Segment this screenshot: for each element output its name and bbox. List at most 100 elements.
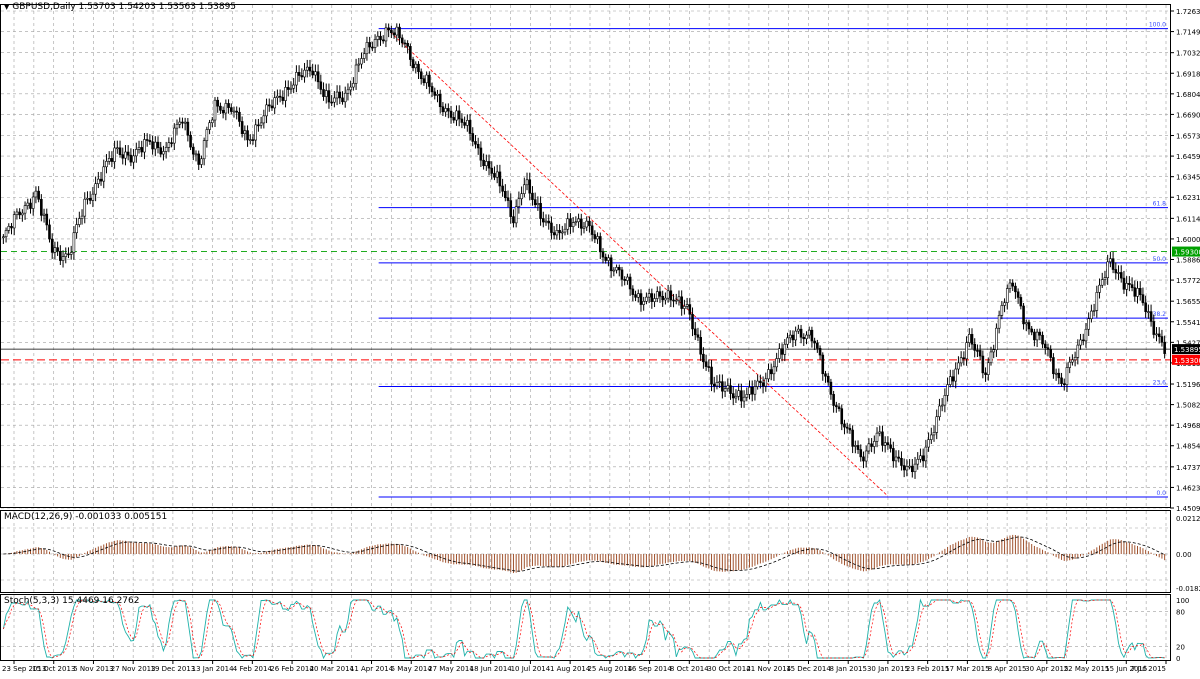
- candle-body: [756, 380, 759, 387]
- candle-body: [506, 197, 510, 201]
- candle-body: [1003, 302, 1006, 306]
- candle-body: [197, 153, 201, 165]
- candle-body: [946, 384, 949, 396]
- price-axis-label: 1.50820: [1176, 402, 1200, 410]
- candle-body: [753, 386, 757, 395]
- candle-body: [121, 154, 125, 159]
- candle-body: [148, 140, 152, 143]
- price-axis-label: 1.64590: [1176, 153, 1200, 161]
- candle-body: [208, 122, 211, 130]
- candle-body: [1136, 288, 1139, 297]
- candle-body: [1117, 272, 1120, 274]
- candle-body: [761, 382, 765, 387]
- candle-body: [897, 456, 901, 459]
- candle-body: [322, 89, 325, 97]
- candle-body: [238, 111, 241, 122]
- candle-body: [224, 103, 228, 114]
- candle-body: [601, 251, 605, 258]
- candle-body: [523, 184, 526, 194]
- candle-body: [1084, 328, 1088, 342]
- candle-body: [729, 385, 732, 394]
- candle-body: [1144, 302, 1147, 312]
- candle-body: [1035, 331, 1039, 341]
- candle-body: [669, 290, 673, 301]
- candle-body: [137, 147, 141, 150]
- candle-body: [631, 288, 635, 295]
- candle-body: [1062, 383, 1066, 386]
- candle-body: [685, 304, 689, 307]
- candle-body: [4, 230, 8, 238]
- candle-body: [305, 66, 309, 71]
- fib-level-label: 38.2: [1153, 311, 1167, 318]
- candle-body: [672, 299, 675, 302]
- candle-body: [683, 306, 686, 309]
- candle-body: [653, 298, 656, 302]
- candle-body: [948, 376, 952, 385]
- candle-body: [487, 161, 491, 169]
- candle-body: [162, 151, 165, 155]
- chart-window[interactable]: 100.061.850.038.223.60.0 1.726301.714901…: [0, 0, 1200, 675]
- candle-body: [40, 199, 43, 216]
- candle-body: [276, 95, 279, 99]
- candle-body: [655, 291, 659, 299]
- candle-body: [688, 304, 692, 315]
- candle-body: [786, 337, 789, 345]
- candle-body: [113, 147, 116, 162]
- candle-body: [704, 361, 708, 367]
- candle-body: [582, 226, 586, 229]
- candle-body: [555, 230, 559, 236]
- candle-body: [579, 218, 583, 229]
- candle-body: [843, 423, 846, 428]
- candle-body: [666, 290, 670, 299]
- candle-body: [845, 426, 849, 429]
- candle-body: [490, 167, 494, 174]
- chart-canvas[interactable]: 100.061.850.038.223.60.0 1.726301.714901…: [0, 0, 1200, 675]
- date-axis-label: 18 Jun 2014: [470, 665, 513, 673]
- candle-body: [577, 218, 580, 223]
- candle-body: [243, 130, 247, 135]
- candle-body: [186, 121, 190, 136]
- price-axis-label: 1.61140: [1176, 215, 1200, 223]
- candle-body: [563, 228, 567, 233]
- main-panel-frame: [0, 4, 1171, 508]
- candle-body: [37, 190, 40, 200]
- candle-body: [460, 118, 464, 123]
- price-axis-label: 1.55410: [1176, 319, 1200, 327]
- candle-body: [265, 104, 268, 117]
- candle-body: [1106, 261, 1109, 279]
- grid-layer: [1, 5, 1170, 660]
- candle-body: [86, 198, 89, 200]
- candle-body: [984, 372, 987, 375]
- candle-body: [835, 405, 838, 408]
- candle-body: [913, 463, 917, 473]
- candle-body: [712, 383, 716, 387]
- candle-body: [995, 327, 998, 351]
- price-axis-label: 1.48540: [1176, 443, 1200, 451]
- candle-body: [311, 70, 314, 76]
- date-axis-label: 5 May 2014: [391, 665, 433, 673]
- candle-body: [821, 354, 825, 375]
- candle-body: [235, 110, 238, 113]
- candle-body: [433, 91, 437, 96]
- candle-body: [398, 26, 401, 39]
- candle-body: [357, 63, 361, 66]
- candle-body: [400, 37, 404, 44]
- candle-body: [83, 198, 87, 217]
- date-axis-label: 23 Feb 2015: [906, 665, 950, 673]
- candle-body: [88, 198, 92, 201]
- macd-title: MACD(12,26,9) -0.001033 0.005151: [4, 512, 168, 522]
- candle-body: [1092, 310, 1096, 312]
- candle-body: [48, 224, 51, 240]
- candle-body: [154, 141, 157, 150]
- candle-body: [674, 299, 678, 302]
- candle-body: [457, 110, 461, 120]
- candle-body: [387, 27, 390, 31]
- candle-body: [240, 121, 244, 135]
- candle-body: [881, 431, 884, 446]
- candle-body: [520, 193, 523, 200]
- candle-body: [626, 276, 629, 281]
- candle-body: [447, 108, 450, 112]
- candles-layer: [2, 23, 1166, 479]
- candle-body: [118, 147, 122, 155]
- chart-menu-arrow-icon[interactable]: ▼: [4, 3, 9, 11]
